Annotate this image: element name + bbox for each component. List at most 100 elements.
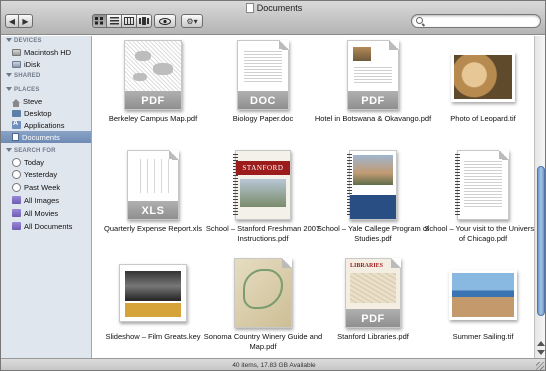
- sidebar-item-past-week[interactable]: Past Week: [1, 181, 91, 193]
- resize-grip-icon[interactable]: [536, 362, 544, 370]
- scrollbar-thumb[interactable]: [537, 166, 545, 316]
- file-item[interactable]: STANFORD School – Stanford Freshman 2007…: [206, 150, 320, 250]
- disclosure-triangle-icon: [6, 148, 12, 152]
- vertical-scrollbar[interactable]: [534, 36, 545, 358]
- file-item[interactable]: PDF Hotel in Botswana & Okavango.pdf: [315, 40, 431, 140]
- file-item[interactable]: XLS Quarterly Expense Report.xls: [98, 150, 208, 250]
- file-item[interactable]: Sonoma Country Winery Guide and Map.pdf: [204, 258, 322, 358]
- file-name: Hotel in Botswana & Okavango.pdf: [314, 114, 432, 123]
- search-field[interactable]: [411, 14, 541, 28]
- smart-folder-icon: [12, 222, 21, 230]
- sidebar-item-documents[interactable]: Documents: [1, 131, 91, 143]
- status-text: 40 items, 17.83 GB Available: [232, 362, 316, 369]
- pdf-map-thumbnail: [234, 258, 292, 328]
- spreadsheet-thumbnail: XLS: [127, 150, 179, 220]
- clock-icon: [12, 169, 21, 179]
- file-item[interactable]: Slideshow – Film Greats.key: [98, 258, 208, 358]
- sidebar-item-label: Macintosh HD: [24, 47, 72, 57]
- disclosure-triangle-icon: [6, 73, 12, 77]
- photo-thumbnail: [451, 52, 515, 102]
- file-item[interactable]: DOC Biology Paper.doc: [208, 40, 318, 140]
- sidebar-section-search-for[interactable]: SEARCH FOR: [6, 148, 56, 154]
- list-view-button[interactable]: [107, 14, 122, 28]
- coverflow-view-button[interactable]: [137, 14, 152, 28]
- list-view-icon: [109, 17, 119, 25]
- forward-arrow-icon: ▶: [22, 16, 29, 26]
- sidebar-item-label: Yesterday: [24, 169, 58, 179]
- file-name: Sonoma Country Winery Guide and Map.pdf: [203, 332, 323, 351]
- sidebar-item-idisk[interactable]: iDisk: [1, 58, 91, 70]
- sidebar-item-label: All Documents: [24, 221, 73, 231]
- window-title-text: Documents: [256, 3, 303, 13]
- pdf-document-thumbnail: [455, 150, 509, 220]
- hard-drive-icon: [12, 48, 21, 56]
- sidebar-item-all-images[interactable]: All Images: [1, 194, 91, 206]
- column-view-button[interactable]: [122, 14, 137, 28]
- sidebar-item-yesterday[interactable]: Yesterday: [1, 168, 91, 180]
- file-item[interactable]: School – Your visit to the University of…: [424, 150, 534, 250]
- sidebar-item-today[interactable]: Today: [1, 156, 91, 168]
- sidebar-item-label: Desktop: [24, 108, 52, 118]
- sidebar-item-label: Steve: [23, 96, 43, 106]
- quick-look-button[interactable]: [154, 14, 176, 28]
- nav-buttons: ◀ ▶: [5, 14, 33, 28]
- sidebar-item-macintosh-hd[interactable]: Macintosh HD: [1, 46, 91, 58]
- file-name: School – Your visit to the University of…: [424, 224, 534, 243]
- scroll-down-arrow-icon[interactable]: [537, 350, 545, 355]
- smart-folder-icon: [12, 196, 21, 204]
- coverflow-view-icon: [139, 17, 149, 25]
- idisk-icon: [12, 60, 21, 68]
- file-type-badge: DOC: [250, 95, 276, 107]
- sidebar-section-devices[interactable]: DEVICES: [6, 38, 42, 44]
- smart-folder-icon: [12, 209, 21, 217]
- sidebar-item-all-documents[interactable]: All Documents: [1, 220, 91, 232]
- window-title: Documents: [1, 3, 545, 13]
- sidebar-item-label: iDisk: [24, 59, 41, 69]
- back-button[interactable]: ◀: [5, 14, 19, 28]
- sidebar-section-shared[interactable]: SHARED: [6, 73, 41, 79]
- photo-thumbnail: [449, 270, 517, 320]
- toolbar: Documents ◀ ▶ ⚙▾: [1, 1, 545, 35]
- sidebar-item-all-movies[interactable]: All Movies: [1, 207, 91, 219]
- sidebar-item-applications[interactable]: Applications: [1, 119, 91, 131]
- section-label: DEVICES: [14, 38, 42, 44]
- disclosure-triangle-icon: [6, 38, 12, 42]
- status-bar: 40 items, 17.83 GB Available: [1, 358, 545, 370]
- file-item[interactable]: Summer Sailing.tif: [428, 258, 534, 358]
- doc-thumbnail: DOC: [237, 40, 289, 110]
- file-item[interactable]: LIBRARIES PDF Stanford Libraries.pdf: [318, 258, 428, 358]
- search-icon: [416, 17, 423, 24]
- sidebar-item-label: Past Week: [24, 182, 61, 192]
- pdf-booklet-thumbnail: [347, 150, 397, 220]
- clock-icon: [12, 157, 21, 167]
- action-menu-button[interactable]: ⚙▾: [181, 14, 203, 28]
- sidebar-section-places[interactable]: PLACES: [6, 87, 40, 93]
- file-name: Berkeley Campus Map.pdf: [108, 114, 198, 123]
- icon-view-button[interactable]: [92, 14, 107, 28]
- file-name: Quarterly Expense Report.xls: [104, 224, 202, 233]
- file-name: School – Yale Callege Program of Studies…: [316, 224, 430, 243]
- file-name: School – Stanford Freshman 2007 Instruct…: [205, 224, 321, 243]
- eye-icon: [159, 17, 171, 25]
- file-item[interactable]: Photo of Leopard.tif: [428, 40, 534, 140]
- file-item[interactable]: School – Yale Callege Program of Studies…: [317, 150, 429, 250]
- icon-view-icon: [95, 17, 103, 25]
- sidebar-item-desktop[interactable]: Desktop: [1, 107, 91, 119]
- sidebar-item-steve[interactable]: Steve: [1, 95, 91, 107]
- applications-folder-icon: [12, 120, 21, 129]
- documents-folder-icon: [12, 133, 19, 141]
- pdf-booklet-thumbnail: STANFORD: [233, 150, 291, 220]
- pdf-map-thumbnail: LIBRARIES PDF: [345, 258, 401, 328]
- file-type-badge: PDF: [141, 95, 165, 107]
- search-input[interactable]: [426, 15, 536, 27]
- forward-button[interactable]: ▶: [19, 14, 33, 28]
- scroll-up-arrow-icon[interactable]: [537, 341, 545, 346]
- pdf-brochure-thumbnail: PDF: [347, 40, 399, 110]
- stanford-banner: STANFORD: [236, 161, 290, 175]
- sidebar-item-label: Applications: [24, 120, 65, 130]
- desktop-folder-icon: [12, 109, 21, 117]
- back-arrow-icon: ◀: [8, 16, 16, 26]
- sidebar-item-label: Documents: [22, 132, 60, 142]
- file-name: Stanford Libraries.pdf: [337, 332, 409, 341]
- file-item[interactable]: PDF Berkeley Campus Map.pdf: [98, 40, 208, 140]
